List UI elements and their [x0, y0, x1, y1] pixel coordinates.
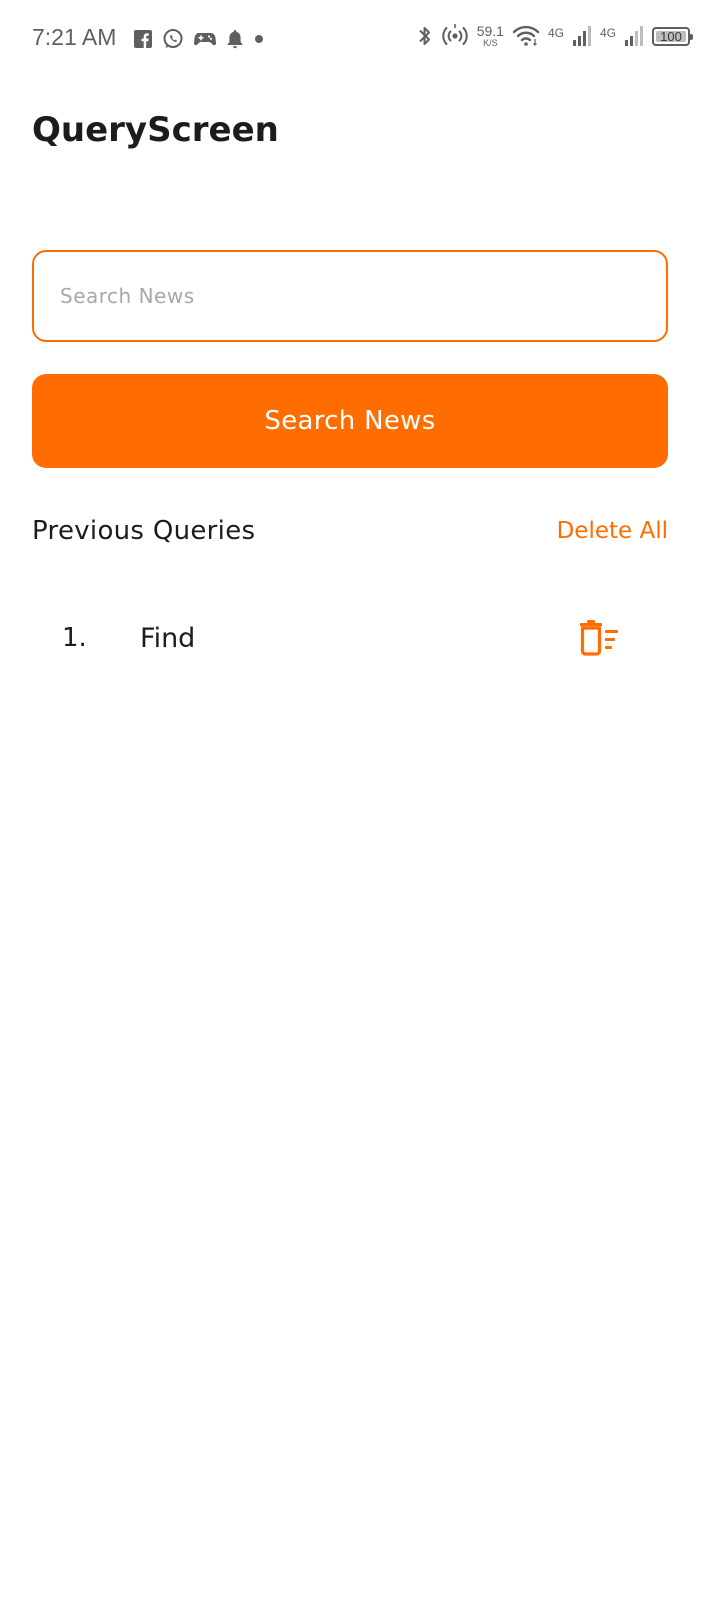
network-type-2: 4G — [599, 26, 616, 40]
hotspot-icon — [441, 24, 469, 48]
game-controller-icon — [194, 30, 216, 48]
battery-level: 100 — [660, 28, 682, 44]
notification-icons — [134, 28, 264, 50]
status-time: 7:21 AM — [32, 24, 117, 50]
search-news-input[interactable] — [32, 250, 668, 342]
status-bar: 7:21 AM 59.1 K/S 4G 4G 100 — [0, 0, 720, 80]
dot-icon — [254, 34, 264, 44]
bluetooth-icon — [417, 24, 433, 48]
network-speed: 59.1 K/S — [476, 23, 504, 48]
whatsapp-icon — [162, 28, 184, 50]
delete-query-icon[interactable] — [578, 620, 620, 656]
page-title: QueryScreen — [32, 110, 279, 150]
battery-nub — [690, 33, 693, 40]
query-list-item[interactable]: 1. Find — [32, 602, 668, 674]
network-type-1: 4G — [547, 26, 564, 40]
signal-icon-2 — [624, 25, 644, 47]
facebook-icon — [134, 30, 152, 48]
system-icons: 59.1 K/S 4G 4G 100 — [417, 23, 693, 48]
wifi-icon — [512, 25, 540, 47]
notification-bell-icon — [226, 29, 244, 49]
query-index: 1. — [62, 623, 87, 653]
delete-all-button[interactable]: Delete All — [557, 518, 668, 544]
previous-queries-header: Previous Queries Delete All — [32, 516, 668, 546]
search-news-button[interactable]: Search News — [32, 374, 668, 468]
previous-queries-title: Previous Queries — [32, 516, 256, 546]
signal-icon-1 — [572, 25, 592, 47]
query-text: Find — [140, 622, 196, 654]
battery-icon: 100 — [652, 26, 693, 46]
